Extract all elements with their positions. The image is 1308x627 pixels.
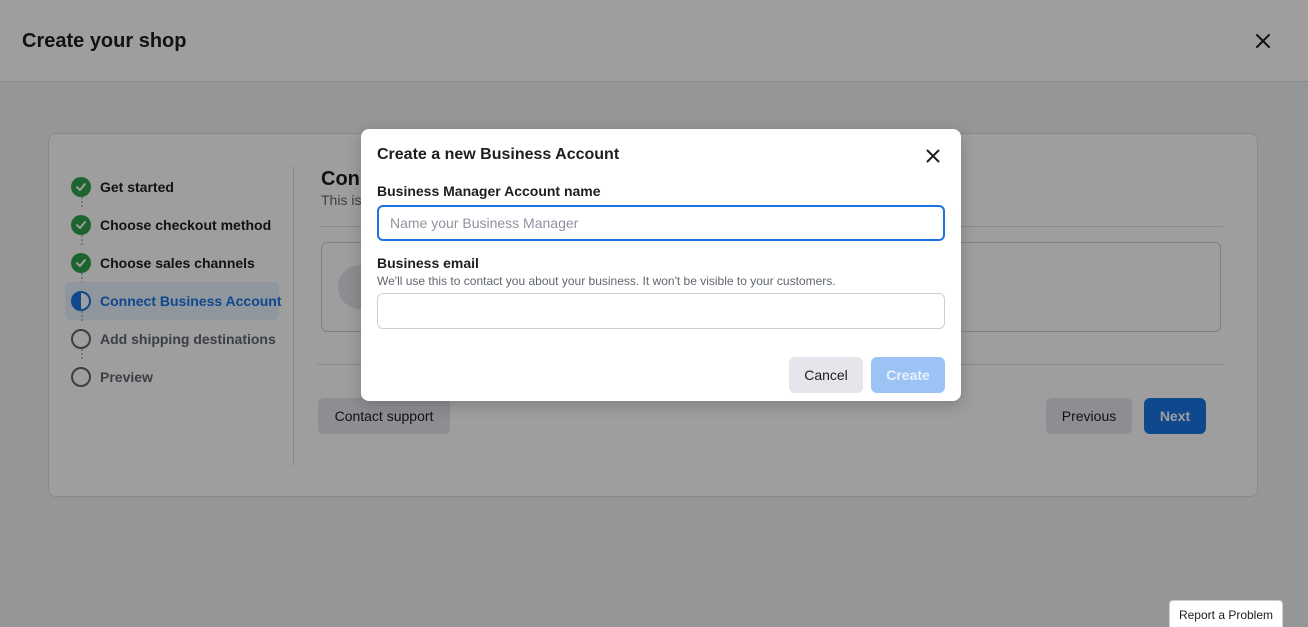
- create-business-account-dialog: Create a new Business Account Business M…: [361, 129, 961, 401]
- cancel-button[interactable]: Cancel: [789, 357, 863, 393]
- business-email-help: We'll use this to contact you about your…: [377, 274, 836, 288]
- create-button[interactable]: Create: [871, 357, 945, 393]
- close-icon[interactable]: [921, 144, 945, 168]
- account-name-input[interactable]: [377, 205, 945, 241]
- business-email-input[interactable]: [377, 293, 945, 329]
- report-problem-button[interactable]: Report a Problem: [1169, 600, 1283, 627]
- business-email-label: Business email: [377, 255, 479, 271]
- dialog-title: Create a new Business Account: [377, 146, 620, 163]
- account-name-label: Business Manager Account name: [377, 183, 601, 199]
